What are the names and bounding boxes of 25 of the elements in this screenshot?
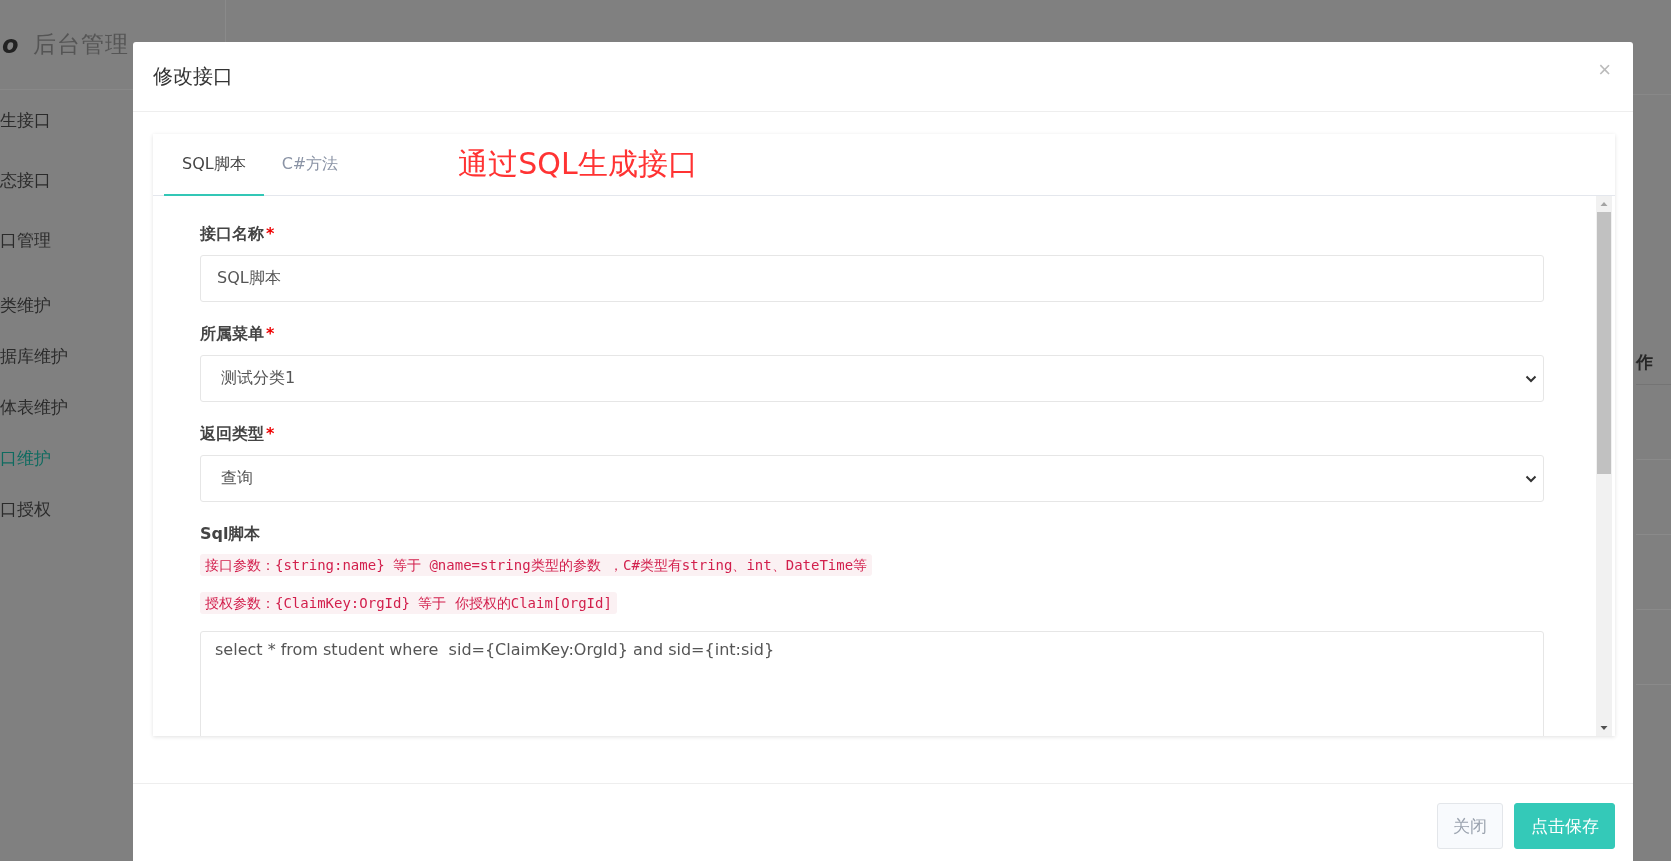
logo-mark: o [2,30,19,59]
field-label: 接口名称 [200,224,264,245]
field-label: 返回类型 [200,424,264,445]
required-mark: * [266,424,275,445]
input-field[interactable]: SQL脚本 [200,255,1544,302]
dialog-title: 修改接口 [153,63,233,90]
field-label: 所属菜单 [200,324,264,345]
close-button[interactable]: × [1596,56,1613,83]
chevron-down-icon [1525,374,1537,383]
select-field[interactable]: 测试分类1 [200,355,1544,402]
save-button[interactable]: 点击保存 [1514,803,1615,849]
field-label: Sql脚本 [200,524,261,545]
required-mark: * [266,324,275,345]
hint-text: 授权参数：{ClaimKey:OrgId} 等于 你授权的Claim[OrgId] [200,592,617,614]
scrollbar[interactable] [1596,196,1612,736]
hint-text: 接口参数：{string:name} 等于 @name=string类型的参数 ，C#类型有string、int、DateTime等 [200,554,873,576]
chevron-down-icon [1525,474,1537,483]
sql-input-field[interactable]: select * from student where sid={ClaimKey:OrgId} and sid={int:sid} [200,631,1544,736]
annotation-text: 通过SQL生成接口 [458,145,698,183]
column-header: 作 [1636,350,1653,374]
select-field[interactable]: 查询 [200,455,1544,502]
tab[interactable]: C#方法 [263,134,357,196]
required-mark: * [266,224,275,245]
close-dialog-button[interactable]: 关闭 [1437,803,1503,849]
tab[interactable]: SQL脚本 [164,134,264,196]
